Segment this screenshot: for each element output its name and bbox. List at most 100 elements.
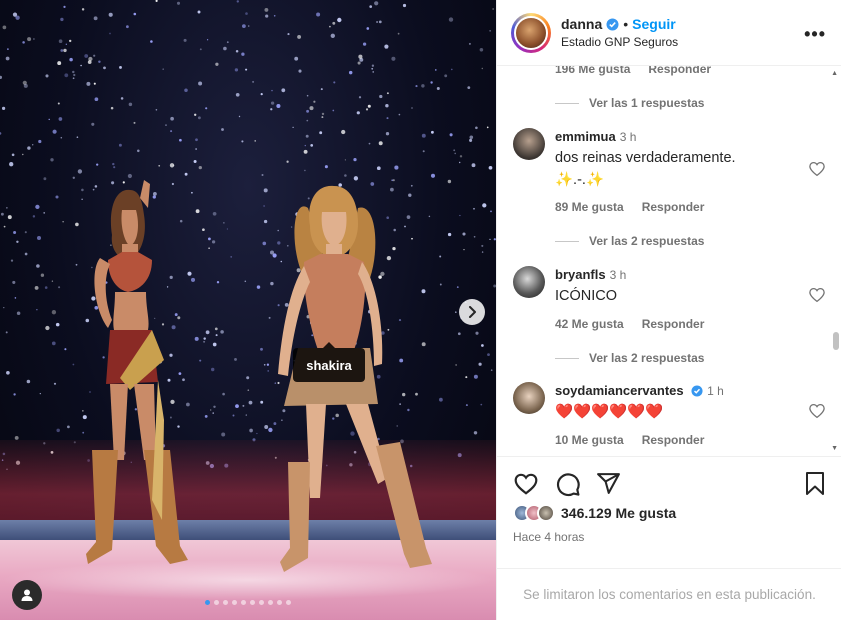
crowd-light	[319, 131, 323, 135]
crowd-light	[179, 138, 182, 142]
crowd-light	[0, 132, 2, 135]
crowd-light	[481, 344, 484, 347]
crowd-light	[358, 54, 363, 59]
crowd-light	[55, 322, 60, 327]
crowd-light	[471, 163, 476, 168]
crowd-light	[321, 112, 325, 116]
crowd-light	[245, 68, 248, 71]
crowd-light	[232, 414, 235, 417]
carousel-dot	[268, 600, 273, 605]
crowd-light	[3, 225, 6, 228]
view-replies-button[interactable]: Ver las 1 respuestas	[555, 96, 704, 110]
post-header: danna • Seguir Estadio GNP Seguros •••	[497, 0, 841, 66]
next-image-button[interactable]	[459, 299, 485, 325]
commenter-username[interactable]: emmimua	[555, 129, 616, 144]
share-icon[interactable]	[596, 471, 621, 496]
crowd-light	[12, 280, 16, 284]
view-replies-button[interactable]: Ver las 2 respuestas	[555, 351, 704, 365]
crowd-light	[221, 128, 224, 131]
reply-button[interactable]: Responder	[642, 317, 705, 331]
view-replies-label: Ver las 1 respuestas	[589, 96, 705, 110]
comment-likes[interactable]: 10 Me gusta	[555, 433, 624, 447]
crowd-light	[320, 88, 323, 91]
reply-button[interactable]: Responder	[648, 66, 711, 76]
crowd-light	[376, 166, 381, 171]
reply-button[interactable]: Responder	[642, 433, 705, 447]
comments-list[interactable]: 196 Me gusta Responder Ver las 1 respues…	[497, 66, 841, 454]
crowd-light	[26, 379, 31, 384]
comment-like-icon[interactable]	[808, 286, 826, 304]
scroll-up-arrow-icon[interactable]: ▲	[831, 70, 838, 77]
crowd-light	[249, 428, 253, 433]
crowd-light	[133, 12, 137, 16]
crowd-light	[40, 273, 45, 277]
follow-button[interactable]: Seguir	[632, 16, 676, 32]
crowd-light	[137, 149, 140, 153]
author-username[interactable]: danna	[561, 16, 602, 32]
post-timestamp[interactable]: Hace 4 horas	[513, 530, 584, 544]
commenter-avatar[interactable]	[513, 128, 545, 160]
crowd-light	[234, 357, 237, 361]
commenter-avatar[interactable]	[513, 266, 545, 298]
crowd-light	[337, 17, 342, 23]
comment-like-icon[interactable]	[808, 160, 826, 178]
crowd-light	[492, 8, 494, 10]
commenter-username[interactable]: bryanfls	[555, 267, 606, 282]
crowd-light	[245, 12, 248, 15]
crowd-light	[51, 280, 54, 282]
post-location[interactable]: Estadio GNP Seguros	[561, 35, 678, 49]
author-avatar[interactable]	[511, 12, 551, 53]
crowd-light	[93, 16, 98, 21]
crowd-light	[264, 7, 269, 12]
comment-likes[interactable]: 42 Me gusta	[555, 317, 624, 331]
crowd-light	[80, 64, 82, 67]
crowd-light	[489, 238, 491, 241]
crowd-light	[376, 20, 379, 24]
crowd-light	[415, 85, 418, 88]
crowd-light	[298, 69, 302, 73]
crowd-light	[490, 210, 492, 213]
tagged-users-button[interactable]	[12, 580, 42, 610]
crowd-light	[384, 44, 389, 49]
crowd-light	[459, 161, 461, 164]
crowd-light	[39, 393, 41, 395]
crowd-light	[330, 33, 335, 38]
more-options-button[interactable]: •••	[804, 24, 826, 45]
crowd-light	[220, 330, 224, 334]
carousel-dot	[259, 600, 264, 605]
commenter-username[interactable]: soydamiancervantes	[555, 383, 684, 398]
likes-count[interactable]: 346.129 Me gusta	[561, 505, 676, 521]
crowd-light	[287, 33, 290, 36]
reply-button[interactable]: Responder	[642, 200, 705, 214]
crowd-light	[77, 169, 83, 174]
comment-likes[interactable]: 89 Me gusta	[555, 200, 624, 214]
crowd-light	[35, 204, 40, 210]
crowd-light	[448, 17, 454, 22]
likes-summary[interactable]: 346.129 Me gusta	[513, 504, 676, 522]
crowd-light	[43, 177, 47, 181]
commenter-avatar[interactable]	[513, 382, 545, 414]
crowd-light	[241, 52, 245, 56]
post-media[interactable]: shakira	[0, 0, 496, 620]
crowd-light	[430, 130, 434, 134]
view-replies-button[interactable]: Ver las 2 respuestas	[555, 234, 704, 248]
comment-icon[interactable]	[555, 471, 581, 497]
crowd-light	[64, 73, 69, 78]
comments-scrollbar[interactable]: ▲ ▼	[829, 66, 841, 454]
like-icon[interactable]	[513, 471, 539, 497]
comment-likes[interactable]: 196 Me gusta	[555, 66, 630, 76]
crowd-light	[333, 81, 336, 84]
comment-like-icon[interactable]	[808, 402, 826, 420]
user-tag-label[interactable]: shakira	[293, 342, 365, 382]
crowd-light	[304, 169, 306, 172]
crowd-light	[128, 102, 133, 107]
crowd-light	[0, 75, 2, 79]
scroll-down-arrow-icon[interactable]: ▼	[831, 445, 838, 452]
crowd-light	[86, 81, 91, 86]
crowd-light	[72, 77, 75, 80]
scroll-thumb[interactable]	[833, 332, 839, 350]
chevron-right-icon	[469, 306, 476, 318]
crowd-light	[348, 70, 353, 75]
save-icon[interactable]	[804, 471, 826, 497]
crowd-light	[365, 108, 369, 111]
